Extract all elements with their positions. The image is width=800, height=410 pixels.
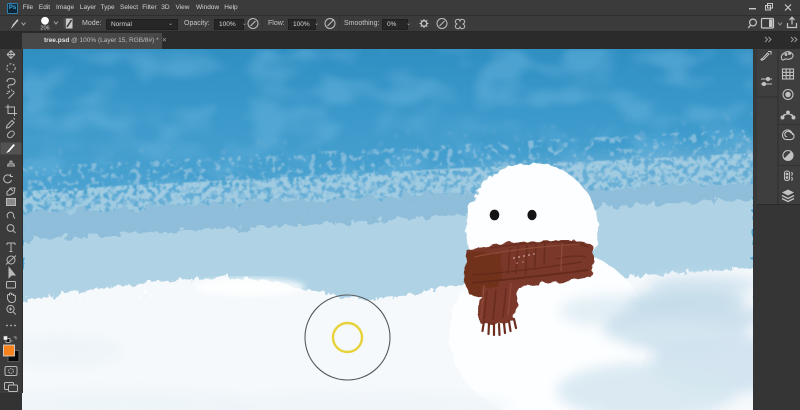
svg-text:206: 206 — [40, 26, 49, 31]
